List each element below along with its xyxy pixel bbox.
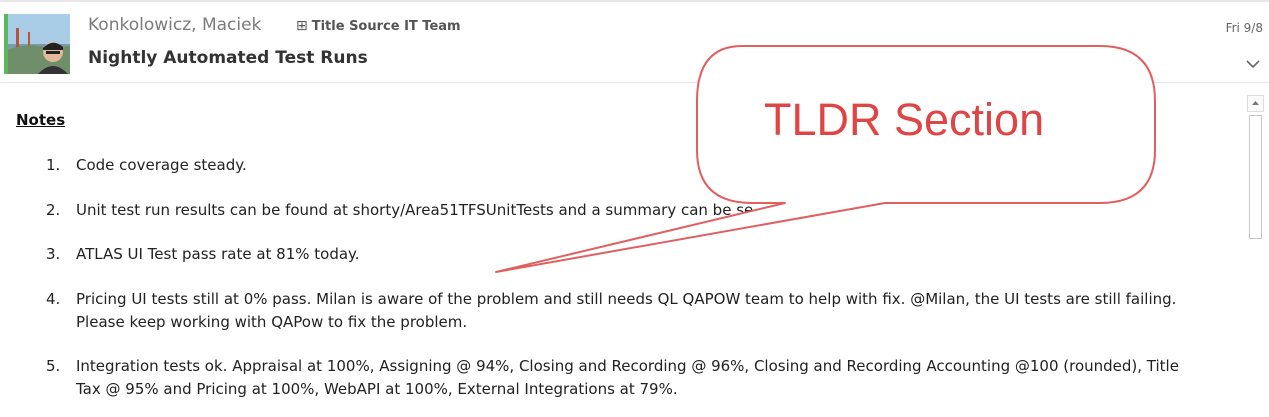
message-subject: Nightly Automated Test Runs <box>88 48 368 68</box>
scroll-up-button[interactable] <box>1247 95 1264 112</box>
vertical-scrollbar[interactable] <box>1247 95 1264 417</box>
list-item-text: Code coverage steady. <box>76 156 247 174</box>
avatar[interactable] <box>8 14 70 74</box>
message-body: Notes 1. Code coverage steady. 2. Unit t… <box>0 83 1245 417</box>
sender-photo-icon <box>8 14 70 74</box>
group-name: Title Source IT Team <box>311 19 461 34</box>
arrow-up-icon <box>1252 101 1259 105</box>
callout-text: TLDR Section <box>764 94 1045 145</box>
list-item-text: ATLAS UI Test pass rate at 81% today. <box>76 245 360 263</box>
message-header: Konkolowicz, Maciek ⊞ Title Source IT Tea… <box>0 2 1269 82</box>
group-label[interactable]: ⊞ Title Source IT Team <box>296 18 461 34</box>
list-item-number: 1. <box>46 156 61 174</box>
list-item-text: Unit test run results can be found at sh… <box>76 201 754 219</box>
expand-group-icon[interactable]: ⊞ <box>296 18 308 34</box>
list-item-text: Integration tests ok. Appraisal at 100%,… <box>76 357 1179 398</box>
chevron-down-icon[interactable] <box>1245 56 1261 72</box>
scroll-thumb[interactable] <box>1249 115 1262 239</box>
message-date: Fri 9/8 <box>1225 21 1263 35</box>
list-item-number: 2. <box>46 201 61 219</box>
list-item-text: Pricing UI tests still at 0% pass. Milan… <box>76 290 1177 331</box>
list-item-number: 4. <box>46 290 61 308</box>
sender-name[interactable]: Konkolowicz, Maciek <box>88 15 261 35</box>
list-item-number: 5. <box>46 357 61 375</box>
list-item-number: 3. <box>46 245 61 263</box>
notes-heading: Notes <box>16 111 66 129</box>
